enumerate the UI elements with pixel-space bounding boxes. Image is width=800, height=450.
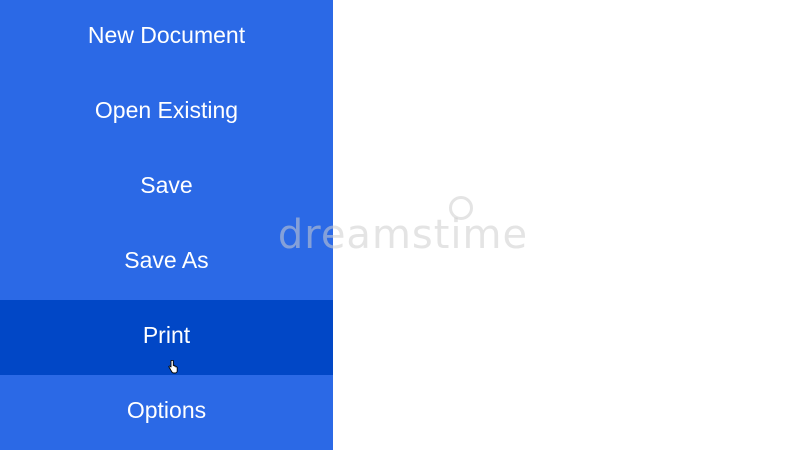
menu-item-label: New Document [87, 22, 246, 48]
file-menu-panel: New Document Open Existing Save Save As … [0, 0, 333, 450]
menu-item-label: Options [126, 397, 207, 423]
menu-item-options[interactable]: Options [0, 375, 333, 450]
menu-item-label: Save [140, 172, 193, 198]
menu-item-label: Print [142, 322, 191, 348]
app-window: New Document Open Existing Save Save As … [0, 0, 800, 450]
menu-item-print[interactable]: Print [0, 300, 333, 375]
menu-item-open-existing[interactable]: Open Existing [0, 75, 333, 150]
menu-item-label: Open Existing [94, 97, 239, 123]
watermark-circle-icon [449, 196, 473, 220]
menu-item-save-as[interactable]: Save As [0, 225, 333, 300]
menu-item-save[interactable]: Save [0, 150, 333, 225]
menu-item-new-document[interactable]: New Document [0, 0, 333, 75]
menu-item-label: Save As [124, 247, 209, 273]
hand-pointer-icon [168, 360, 178, 374]
